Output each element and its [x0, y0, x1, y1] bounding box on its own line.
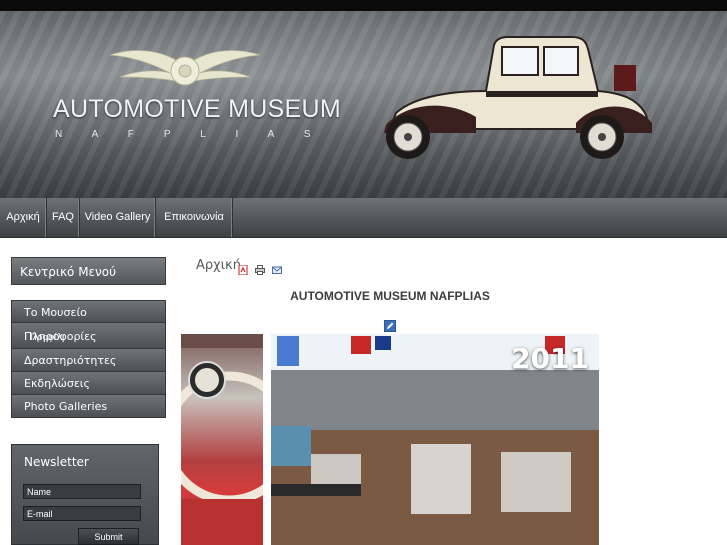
top-black-bar [0, 0, 727, 11]
pdf-icon[interactable] [238, 260, 248, 276]
vintage-car-image [384, 36, 652, 159]
sidebar-submenu-profile[interactable]: Προφίλ [30, 333, 62, 343]
winged-wheel-logo-icon [110, 50, 260, 86]
nav-item-home[interactable]: Αρχική [0, 198, 47, 237]
newsletter-email-input[interactable] [23, 506, 141, 521]
main-menu-title: Κεντρικό Μενού [11, 257, 166, 285]
logo-subtitle: N A F P L I A S [55, 129, 325, 140]
sidebar-item-photo-galleries[interactable]: Photo Galleries [11, 395, 166, 418]
photo-museum-event-2011: 2011 [271, 334, 599, 545]
logo-title: AUTOMOTIVE MUSEUM [53, 95, 341, 123]
newsletter-title: Newsletter [24, 455, 89, 469]
main-nav: Αρχική FAQ Video Gallery Επικοινωνία [0, 198, 727, 238]
newsletter-name-input[interactable] [23, 484, 141, 499]
edit-icon[interactable] [384, 320, 396, 332]
photo-year-label: 2011 [511, 342, 589, 375]
sidebar-menu: Το Μουσείο Πληροφορίες Δραστηριότητες Εκ… [11, 300, 166, 418]
print-icon[interactable] [255, 260, 266, 275]
newsletter-submit-button[interactable]: Submit [78, 528, 139, 545]
nav-item-video-gallery[interactable]: Video Gallery [80, 198, 156, 237]
article-title: AUTOMOTIVE MUSEUM NAFPLIAS [290, 289, 490, 303]
email-icon[interactable] [272, 260, 283, 274]
nav-item-faq[interactable]: FAQ [47, 198, 80, 237]
article-tools [238, 260, 284, 279]
breadcrumb[interactable]: Αρχική [196, 258, 241, 273]
sidebar-item-events[interactable]: Εκδηλώσεις [11, 372, 166, 395]
sidebar-item-museum[interactable]: Το Μουσείο [11, 300, 166, 323]
photo-classic-car-interior [181, 334, 263, 545]
nav-item-contact[interactable]: Επικοινωνία [156, 198, 233, 237]
newsletter-box: Newsletter Submit [11, 444, 159, 545]
sidebar-item-activities[interactable]: Δραστηριότητες [11, 349, 166, 372]
site-header: AUTOMOTIVE MUSEUM N A F P L I A S [0, 11, 727, 198]
